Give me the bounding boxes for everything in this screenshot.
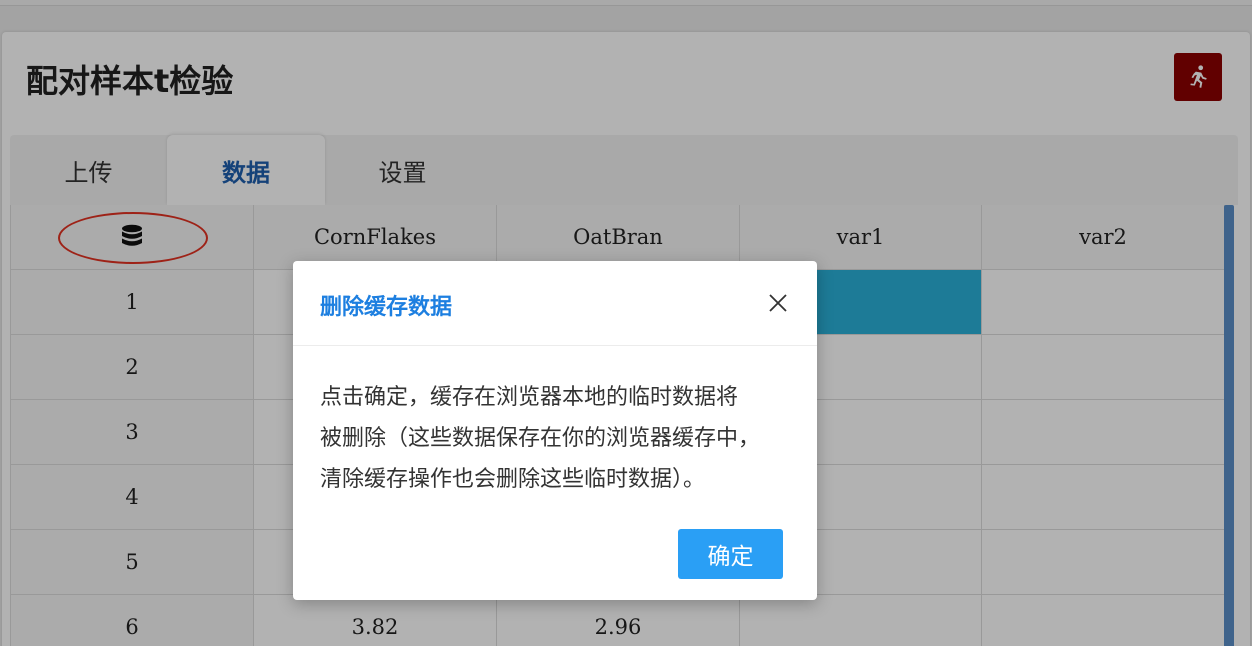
dialog-divider [293, 345, 817, 346]
close-icon [769, 294, 787, 312]
dialog-close-button[interactable] [765, 290, 791, 316]
dialog-message-line: 被删除（这些数据保存在你的浏览器缓存中， [320, 426, 761, 451]
confirm-button[interactable]: 确定 [678, 529, 783, 579]
delete-cache-dialog: 删除缓存数据 点击确定，缓存在浏览器本地的临时数据将 被删除（这些数据保存在你的… [293, 261, 817, 600]
dialog-message: 点击确定，缓存在浏览器本地的临时数据将 被删除（这些数据保存在你的浏览器缓存中，… [320, 377, 790, 500]
dialog-title: 删除缓存数据 [320, 295, 453, 320]
dialog-message-line: 点击确定，缓存在浏览器本地的临时数据将 [320, 385, 739, 410]
dialog-message-line: 清除缓存操作也会删除这些临时数据）。 [320, 467, 706, 492]
